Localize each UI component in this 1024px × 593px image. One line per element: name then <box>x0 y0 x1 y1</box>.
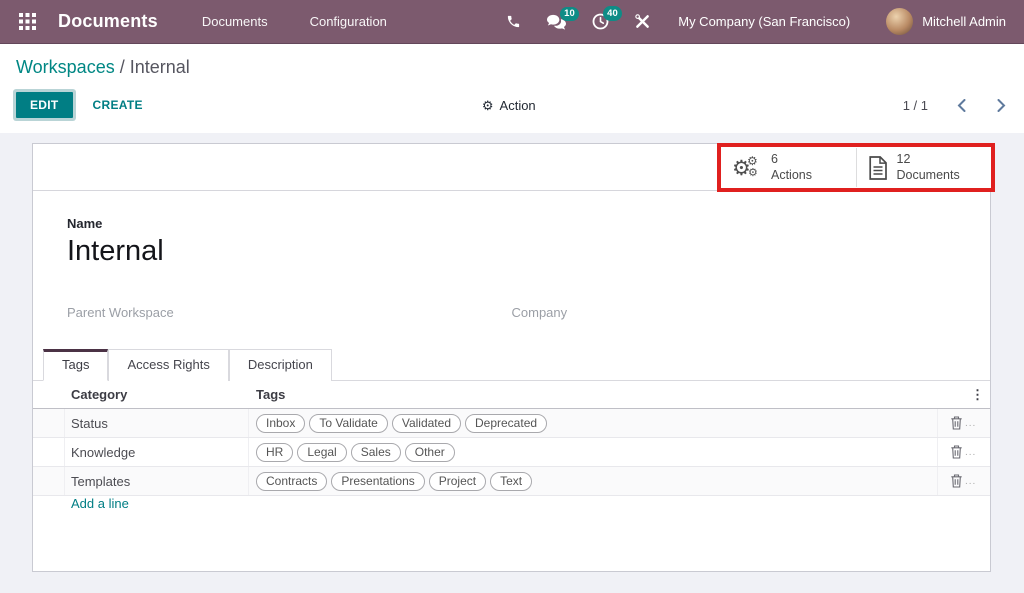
tags-cell: HR Legal Sales Other <box>249 438 938 466</box>
tag-pill[interactable]: Contracts <box>256 472 327 491</box>
menu-documents[interactable]: Documents <box>202 14 268 29</box>
content-area: ⚙ ⚙ ⚙ 6 Actions <box>0 133 1024 593</box>
workspace-name-value[interactable]: Internal <box>67 235 956 268</box>
workspace-form-card: ⚙ ⚙ ⚙ 6 Actions <box>32 143 991 572</box>
main-menu: Documents Configuration <box>202 14 387 29</box>
tag-pill[interactable]: HR <box>256 443 293 462</box>
column-category[interactable]: Category <box>65 381 249 408</box>
user-name: Mitchell Admin <box>922 14 1006 29</box>
category-cell[interactable]: Knowledge <box>65 438 249 466</box>
add-a-line-link[interactable]: Add a line <box>71 496 129 526</box>
tab-access-rights[interactable]: Access Rights <box>108 349 228 381</box>
table-header-row: Category Tags ⋮ <box>33 381 990 409</box>
form-header: ⚙ ⚙ ⚙ 6 Actions <box>33 144 990 191</box>
actions-label: Actions <box>771 168 812 184</box>
breadcrumb-current: Internal <box>130 57 190 77</box>
tag-pill[interactable]: Validated <box>392 414 461 433</box>
row-ellipsis: ... <box>965 418 976 429</box>
user-menu[interactable]: Mitchell Admin <box>886 8 1006 35</box>
tag-pill[interactable]: Text <box>490 472 532 491</box>
annotation-highlight-box: ⚙ ⚙ ⚙ 6 Actions <box>717 143 995 192</box>
top-navbar: Documents Documents Configuration 10 40 … <box>0 0 1024 44</box>
voip-phone-icon[interactable] <box>506 14 521 29</box>
row-ellipsis: ... <box>965 476 976 487</box>
add-line-row: Add a line <box>33 496 990 526</box>
parent-workspace-field-label[interactable]: Parent Workspace <box>67 305 512 320</box>
pager-next-button[interactable] <box>995 97 1008 114</box>
table-row[interactable]: Templates Contracts Presentations Projec… <box>33 467 990 496</box>
debug-tools-icon[interactable] <box>635 14 650 29</box>
tags-cell: Contracts Presentations Project Text <box>249 467 938 495</box>
tab-tags[interactable]: Tags <box>43 349 108 381</box>
form-fields: Parent Workspace Company <box>67 305 956 320</box>
tags-table: Category Tags ⋮ Status Inbox To Validate… <box>33 381 990 526</box>
trash-icon <box>950 445 963 459</box>
file-text-icon <box>868 156 888 180</box>
messages-badge: 10 <box>560 7 580 22</box>
systray: 10 40 My Company (San Francisco) Mitchel… <box>506 8 1006 35</box>
company-switcher[interactable]: My Company (San Francisco) <box>678 14 850 29</box>
notebook-tabs: Tags Access Rights Description <box>33 349 990 381</box>
control-panel: Workspaces / Internal EDIT CREATE ⚙ Acti… <box>0 44 1024 133</box>
activities-clock-icon[interactable]: 40 <box>592 13 609 30</box>
pager-previous-button[interactable] <box>955 97 968 114</box>
tag-pill[interactable]: Legal <box>297 443 346 462</box>
odoo-documents-app: Documents Documents Configuration 10 40 … <box>0 0 1024 593</box>
actions-stat-button[interactable]: ⚙ ⚙ ⚙ 6 Actions <box>721 147 856 188</box>
tag-pill[interactable]: Other <box>405 443 455 462</box>
breadcrumb-workspaces[interactable]: Workspaces <box>16 57 115 77</box>
tags-cell: Inbox To Validate Validated Deprecated <box>249 409 938 437</box>
category-cell[interactable]: Status <box>65 409 249 437</box>
category-cell[interactable]: Templates <box>65 467 249 495</box>
table-row[interactable]: Knowledge HR Legal Sales Other ... <box>33 438 990 467</box>
gear-icon: ⚙ <box>482 99 494 112</box>
optional-columns-icon[interactable]: ⋮ <box>971 388 984 401</box>
tag-pill[interactable]: Deprecated <box>465 414 547 433</box>
pager-value: 1 / 1 <box>903 98 928 113</box>
tab-description[interactable]: Description <box>229 349 332 381</box>
column-tags[interactable]: Tags <box>249 381 938 408</box>
chevron-right-icon <box>997 99 1006 112</box>
apps-menu-icon[interactable] <box>12 7 42 37</box>
menu-configuration[interactable]: Configuration <box>310 14 387 29</box>
breadcrumb-separator: / <box>115 57 130 77</box>
table-row[interactable]: Status Inbox To Validate Validated Depre… <box>33 409 990 438</box>
app-title[interactable]: Documents <box>58 11 158 32</box>
delete-row-button[interactable] <box>950 474 963 488</box>
company-field-label[interactable]: Company <box>512 305 957 320</box>
gears-icon: ⚙ ⚙ ⚙ <box>732 155 762 181</box>
breadcrumb: Workspaces / Internal <box>16 57 1008 78</box>
tag-pill[interactable]: To Validate <box>309 414 387 433</box>
activities-badge: 40 <box>603 6 623 21</box>
documents-count: 12 <box>897 152 911 168</box>
tag-pill[interactable]: Inbox <box>256 414 305 433</box>
pager: 1 / 1 <box>903 97 1008 114</box>
messages-icon[interactable]: 10 <box>547 14 566 30</box>
delete-row-button[interactable] <box>950 416 963 430</box>
delete-row-button[interactable] <box>950 445 963 459</box>
action-menu[interactable]: ⚙ Action <box>482 98 536 113</box>
create-button[interactable]: CREATE <box>93 98 143 112</box>
tag-pill[interactable]: Sales <box>351 443 401 462</box>
row-ellipsis: ... <box>965 447 976 458</box>
tag-pill[interactable]: Presentations <box>331 472 424 491</box>
trash-icon <box>950 474 963 488</box>
chevron-left-icon <box>957 99 966 112</box>
documents-label: Documents <box>897 168 960 184</box>
action-menu-label: Action <box>500 98 536 113</box>
form-body: Name Internal Parent Workspace Company T… <box>33 191 990 526</box>
user-avatar <box>886 8 913 35</box>
name-field-label: Name <box>67 216 956 231</box>
tag-pill[interactable]: Project <box>429 472 486 491</box>
actions-count: 6 <box>771 152 778 168</box>
trash-icon <box>950 416 963 430</box>
control-panel-buttons: EDIT CREATE ⚙ Action 1 / 1 <box>16 91 1008 119</box>
grid-icon <box>19 13 36 30</box>
edit-button[interactable]: EDIT <box>16 92 73 118</box>
documents-stat-button[interactable]: 12 Documents <box>857 147 992 188</box>
